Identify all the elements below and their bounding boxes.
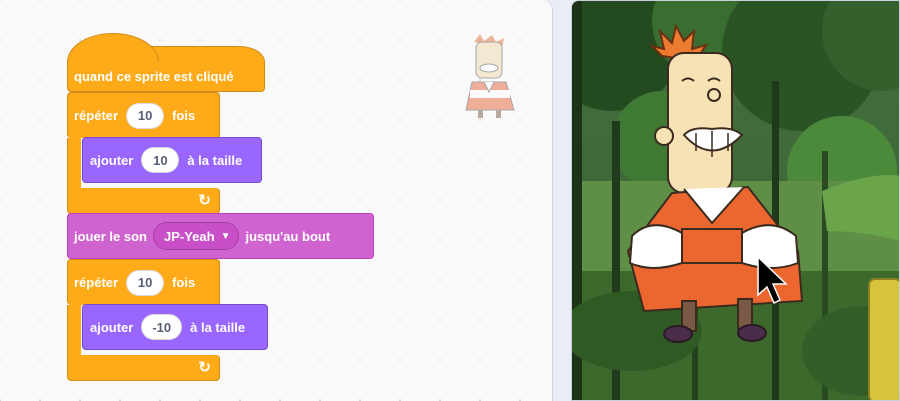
repeat-suffix-1: fois	[172, 108, 196, 123]
play-sound-until-done-block[interactable]: jouer le son JP-Yeah ▼ jusqu'au bout	[67, 213, 374, 259]
sound-dropdown[interactable]: JP-Yeah ▼	[152, 222, 240, 250]
change-size-block-2[interactable]: ajouter -10 à la taille	[82, 304, 268, 350]
repeat-count-input-1[interactable]: 10	[126, 102, 165, 129]
loop-arrow-icon: ↻	[198, 192, 211, 209]
repeat-label-2: répéter	[74, 275, 119, 290]
sound-name: JP-Yeah	[163, 228, 215, 244]
repeat-count-input-2[interactable]: 10	[126, 269, 165, 296]
stage[interactable]	[571, 0, 900, 401]
change-size-label-2: ajouter	[90, 319, 134, 335]
chevron-down-icon: ▼	[220, 230, 231, 242]
loop-arrow-icon: ↻	[198, 359, 211, 376]
change-size-suffix-1: à la taille	[187, 152, 243, 168]
play-sound-label: jouer le son	[74, 228, 147, 244]
code-area[interactable]: quand ce sprite est cliqué répéter 10 fo…	[0, 0, 553, 401]
when-sprite-clicked-label: quand ce sprite est cliqué	[74, 68, 234, 84]
change-size-block-1[interactable]: ajouter 10 à la taille	[82, 137, 262, 183]
play-sound-suffix: jusqu'au bout	[245, 228, 331, 244]
repeat-suffix-2: fois	[172, 275, 196, 290]
stage-panel	[566, 0, 900, 401]
change-size-label-1: ajouter	[90, 152, 134, 168]
when-sprite-clicked-block[interactable]: quand ce sprite est cliqué	[67, 33, 265, 92]
stage-canvas[interactable]	[572, 1, 900, 401]
change-size-suffix-2: à la taille	[190, 319, 246, 335]
repeat-label-1: répéter	[74, 108, 119, 123]
change-size-input-1[interactable]: 10	[141, 147, 180, 173]
sprite-thumbnail	[465, 34, 515, 118]
change-size-input-2[interactable]: -10	[141, 314, 183, 340]
